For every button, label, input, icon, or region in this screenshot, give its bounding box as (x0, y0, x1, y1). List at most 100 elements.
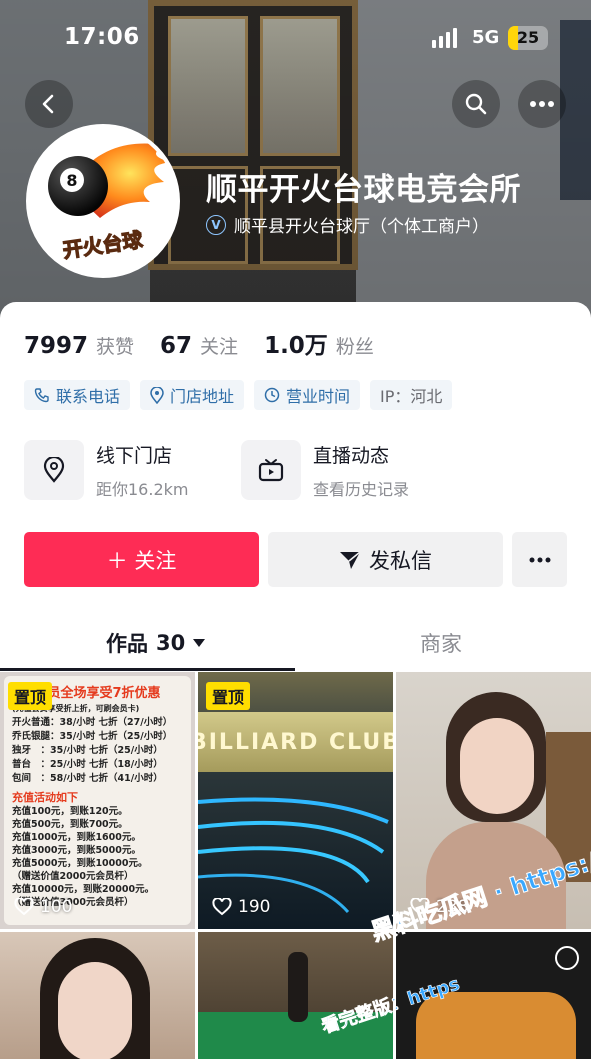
like-count: 238 (410, 897, 468, 917)
signal-icon (432, 28, 457, 48)
like-count-value: 100 (40, 897, 73, 917)
poster-price-rows: 开火普通：38/小时 七折（27/小时） 乔氏银腿：35/小时 七折（25/小时… (12, 716, 183, 786)
tag-phone[interactable]: 联系电话 (24, 380, 131, 410)
table-light (416, 992, 576, 1059)
poster-promo-rows: 充值100元，到账120元。 充值500元，到账700元。 充值1000元，到账… (12, 805, 183, 909)
like-count: 190 (212, 897, 270, 917)
pinned-badge: 置顶 (8, 682, 53, 710)
content-tabs: 作品 30 商家 (0, 620, 591, 671)
tag-hours-label: 营业时间 (286, 387, 351, 406)
location-pin-icon (150, 386, 164, 404)
followers-label: 粉丝 (335, 336, 374, 358)
battery-icon: 25 (508, 26, 548, 50)
like-count-value: 190 (238, 897, 271, 917)
tag-phone-label: 联系电话 (56, 387, 121, 406)
like-count: 100 (14, 897, 72, 917)
logo-text: 开火台球 (61, 227, 145, 262)
tag-ip: IP：河北 (370, 380, 453, 410)
more-button[interactable] (518, 80, 566, 128)
tag-hours[interactable]: 营业时间 (254, 380, 361, 410)
person-face (58, 962, 132, 1059)
active-tab-indicator (0, 668, 295, 671)
tv-icon (258, 459, 284, 482)
like-count-value: 238 (436, 897, 469, 917)
clock-icon (264, 387, 280, 403)
poster-row: 乔氏银腿：35/小时 七折（25/小时） (12, 731, 173, 742)
poster-promo: 充值1000元，到账1600元。 (12, 832, 141, 843)
search-button[interactable] (452, 80, 500, 128)
live-icon-box (241, 440, 301, 500)
poster-row: 普台 ：25/小时 七折（18/小时） (12, 759, 163, 770)
likes-label: 获赞 (96, 336, 135, 358)
offline-store-title: 线下门店 (96, 444, 173, 467)
followers-count[interactable]: 1.0万 (264, 326, 328, 360)
network-type: 5G (472, 27, 500, 48)
follow-button[interactable]: ＋ 关注 (24, 532, 259, 587)
heart-icon (410, 898, 430, 916)
verified-icon: V (206, 214, 226, 235)
tab-works[interactable]: 作品 30 (106, 628, 206, 658)
battery-level: 25 (516, 28, 540, 47)
person-face (460, 718, 534, 814)
poster-promo: 充值3000元，到账5000元。 (12, 845, 141, 856)
video-thumbnail[interactable]: 238 (396, 672, 591, 929)
player-silhouette (288, 952, 308, 1022)
video-thumbnail[interactable] (396, 932, 591, 1059)
video-thumbnail[interactable]: BILLIARD CLUB 置顶 190 (198, 672, 393, 929)
phone-icon (34, 388, 49, 403)
live-updates-subtitle: 查看历史记录 (313, 479, 410, 499)
tag-address[interactable]: 门店地址 (140, 380, 245, 410)
poster-promo: 充值10000元，到账20000元。 (12, 884, 155, 895)
tab-works-label: 作品 (106, 632, 148, 656)
following-label: 关注 (200, 336, 239, 358)
more-dots-icon (529, 557, 550, 562)
caret-down-icon (193, 639, 206, 647)
video-thumbnail[interactable]: 会员全场享受7折优惠 (充值会员享受折上折，可刷会员卡) 开火普通：38/小时 … (0, 672, 195, 929)
live-replay-icon (555, 946, 579, 970)
poster-promo: （赠送价值2000元会员杆） (12, 871, 134, 882)
message-button[interactable]: 发私信 (268, 532, 503, 587)
video-thumbnail[interactable] (198, 932, 393, 1059)
pinned-badge: 置顶 (206, 682, 251, 710)
poster-promo-title: 充值活动如下 (12, 791, 78, 804)
info-tags: 联系电话 门店地址 营业时间 IP：河北 (24, 380, 453, 410)
heart-icon (14, 898, 34, 916)
profile-stats: 7997 获赞 67 关注 1.0万 粉丝 (24, 326, 400, 360)
following-count[interactable]: 67 (160, 333, 192, 359)
tag-address-label: 门店地址 (170, 387, 235, 406)
offline-store-entry[interactable]: 线下门店 距你16.2km (24, 440, 188, 500)
poster-row: 包间 ：58/小时 七折（41/小时） (12, 773, 163, 784)
club-sign: BILLIARD CLUB (198, 712, 393, 772)
status-time: 17:06 (64, 24, 140, 50)
verified-badge: V 顺平县开火台球厅（个体工商户） (206, 212, 489, 237)
more-actions-button[interactable] (512, 532, 567, 587)
tag-ip-label: IP：河北 (380, 387, 443, 406)
heart-icon (212, 898, 232, 916)
price-poster: 会员全场享受7折优惠 (充值会员享受折上折，可刷会员卡) 开火普通：38/小时 … (4, 676, 191, 925)
offline-store-distance: 距你16.2km (96, 479, 189, 499)
ball-number: 8 (66, 171, 77, 190)
eight-ball-flame-logo: 8 开火台球 (48, 143, 170, 263)
poster-row: 开火普通：38/小时 七折（27/小时） (12, 717, 173, 728)
message-button-label: 发私信 (369, 548, 432, 573)
video-thumbnail[interactable] (0, 932, 195, 1059)
poster-promo: 充值5000元，到账10000元。 (12, 858, 148, 869)
back-button[interactable] (25, 80, 73, 128)
status-bar: 17:06 5G 25 (0, 0, 591, 80)
profile-name: 顺平开火台球电竞会所 (206, 172, 521, 208)
more-dots-icon (530, 101, 554, 107)
search-icon (465, 93, 487, 115)
likes-count[interactable]: 7997 (24, 333, 88, 359)
location-pin-icon (43, 457, 65, 483)
back-chevron-icon (42, 94, 54, 114)
send-icon (340, 550, 361, 569)
tab-merchant[interactable]: 商家 (420, 628, 462, 658)
store-icon-box (24, 440, 84, 500)
poster-row: 独牙 ：35/小时 七折（25/小时） (12, 745, 163, 756)
live-updates-title: 直播动态 (313, 444, 390, 467)
live-updates-entry[interactable]: 直播动态 查看历史记录 (241, 440, 409, 500)
poster-promo: 充值500元，到账700元。 (12, 819, 128, 830)
poster-promo: 充值100元，到账120元。 (12, 806, 128, 817)
avatar[interactable]: 8 开火台球 (26, 124, 180, 278)
tab-works-count: 30 (156, 631, 186, 655)
